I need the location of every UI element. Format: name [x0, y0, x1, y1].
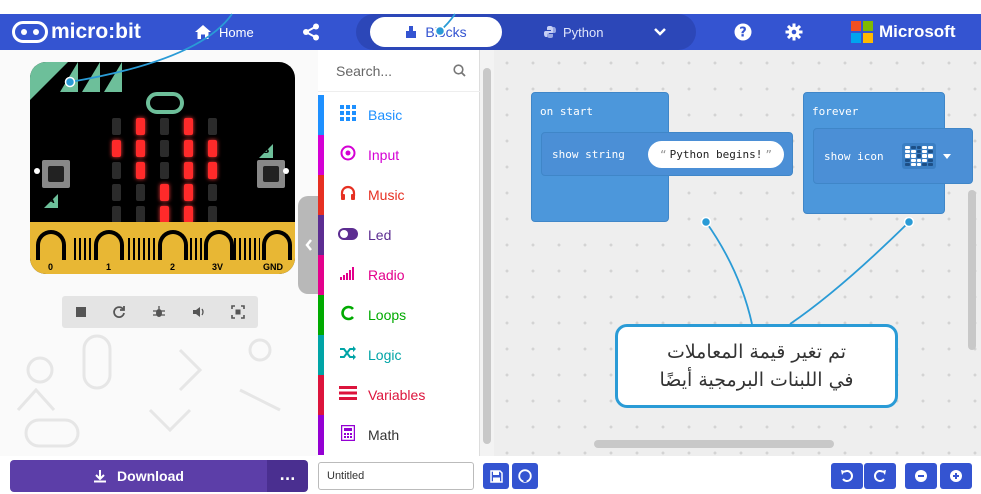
- bottom-bar: Download ...: [0, 456, 981, 494]
- callout-dot: [700, 216, 712, 228]
- app-root: micro:bit Home Blocks Python ? Microsoft…: [0, 0, 981, 494]
- redo-button[interactable]: [864, 463, 896, 489]
- annotation-lines: [64, 13, 915, 325]
- undo-icon: [841, 470, 853, 482]
- zoom-in-icon: [950, 470, 962, 482]
- download-button[interactable]: Download: [10, 460, 267, 492]
- download-label: Download: [117, 468, 184, 484]
- callout-dot: [434, 25, 446, 37]
- undo-button[interactable]: [831, 463, 863, 489]
- github-icon: [518, 469, 532, 483]
- project-name-input[interactable]: [318, 462, 474, 490]
- callout-dot: [903, 216, 915, 228]
- download-icon: [94, 470, 107, 483]
- zoom-out-icon: [915, 470, 927, 482]
- github-button[interactable]: [512, 463, 538, 489]
- callout-dot: [64, 76, 76, 88]
- more-label: ...: [279, 468, 296, 484]
- zoom-in-button[interactable]: [940, 463, 972, 489]
- save-icon: [489, 469, 503, 483]
- more-options-button[interactable]: ...: [267, 460, 308, 492]
- save-button[interactable]: [483, 463, 509, 489]
- redo-icon: [874, 470, 886, 482]
- zoom-out-button[interactable]: [905, 463, 937, 489]
